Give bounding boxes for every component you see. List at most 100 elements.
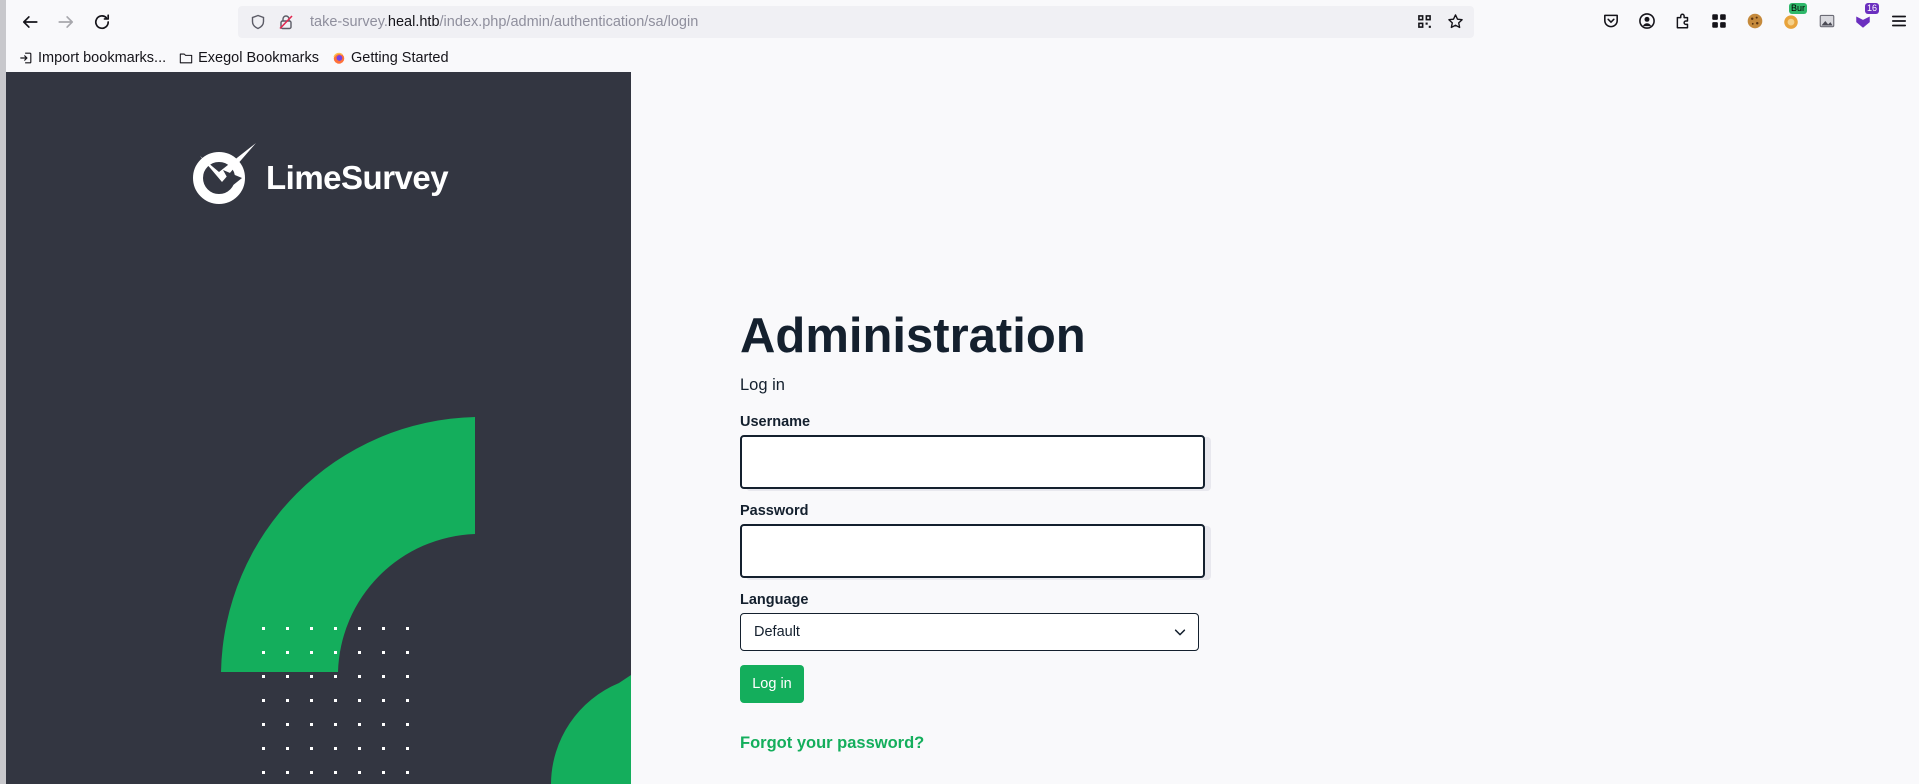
pocket-icon bbox=[1604, 14, 1618, 28]
decor-dot bbox=[286, 747, 289, 750]
decor-dot bbox=[310, 747, 313, 750]
decor-dot bbox=[310, 771, 313, 774]
decor-dot bbox=[286, 699, 289, 702]
password-input[interactable] bbox=[740, 524, 1205, 578]
picture-icon bbox=[1819, 14, 1835, 28]
chevron-down-icon bbox=[1174, 629, 1186, 636]
extension-badge: Bur bbox=[1788, 3, 1807, 14]
decor-dot bbox=[406, 627, 409, 630]
decor-dot bbox=[286, 675, 289, 678]
decor-dot bbox=[286, 651, 289, 654]
limesurvey-logo: LimeSurvey bbox=[192, 138, 449, 208]
menu-button[interactable] bbox=[1887, 9, 1911, 33]
decor-dot bbox=[334, 651, 337, 654]
decor-dot bbox=[334, 747, 337, 750]
puzzle-icon bbox=[1676, 13, 1689, 29]
qr-code-icon[interactable] bbox=[1416, 13, 1433, 30]
account-button[interactable] bbox=[1635, 9, 1659, 33]
decor-dot bbox=[286, 723, 289, 726]
bookmark-label: Import bookmarks... bbox=[38, 50, 167, 66]
url-domain: heal.htb bbox=[387, 14, 440, 30]
tracking-protection-shield-icon[interactable] bbox=[250, 14, 266, 30]
decor-dot bbox=[310, 627, 313, 630]
decor-dot bbox=[262, 675, 265, 678]
login-button[interactable]: Log in bbox=[740, 665, 804, 703]
decor-dot bbox=[358, 771, 361, 774]
url-text[interactable]: take-survey.heal.htb/index.php/admin/aut… bbox=[310, 14, 698, 30]
login-panel: Administration Log in Username Password … bbox=[631, 72, 1919, 784]
decor-dot bbox=[310, 699, 313, 702]
insecure-lock-icon[interactable] bbox=[278, 14, 294, 30]
bookmark-star-icon[interactable] bbox=[1447, 13, 1464, 30]
back-button[interactable] bbox=[13, 5, 47, 39]
arrow-right-icon bbox=[58, 16, 74, 28]
language-label: Language bbox=[740, 592, 809, 608]
address-bar[interactable]: take-survey.heal.htb/index.php/admin/aut… bbox=[238, 6, 1474, 38]
forward-button[interactable] bbox=[49, 5, 83, 39]
decor-dot bbox=[382, 723, 385, 726]
bookmark-exegol-folder[interactable]: Exegol Bookmarks bbox=[179, 50, 319, 66]
decor-dot bbox=[358, 747, 361, 750]
bookmark-getting-started[interactable]: Getting Started bbox=[332, 50, 449, 66]
decor-dot bbox=[358, 627, 361, 630]
decor-dot bbox=[310, 675, 313, 678]
bookmark-label: Exegol Bookmarks bbox=[198, 50, 320, 66]
page-subtitle: Log in bbox=[740, 376, 785, 394]
decor-dot bbox=[262, 771, 265, 774]
decor-dot bbox=[334, 723, 337, 726]
pocket-button[interactable] bbox=[1599, 9, 1623, 33]
decor-dot bbox=[262, 747, 265, 750]
decor-dot bbox=[334, 771, 337, 774]
decor-dot bbox=[262, 627, 265, 630]
decor-dot bbox=[286, 771, 289, 774]
download-extension-button[interactable]: 16 bbox=[1851, 3, 1879, 33]
decor-dot bbox=[406, 699, 409, 702]
username-label: Username bbox=[740, 414, 811, 430]
forgot-password-link[interactable]: Forgot your password? bbox=[740, 734, 924, 753]
import-icon bbox=[20, 52, 32, 64]
shield-download-icon bbox=[1856, 16, 1870, 28]
bookmark-import[interactable]: Import bookmarks... bbox=[19, 50, 166, 66]
decor-dot bbox=[382, 675, 385, 678]
username-input[interactable] bbox=[740, 435, 1205, 489]
apps-extension-button[interactable] bbox=[1707, 9, 1731, 33]
decor-dot bbox=[358, 699, 361, 702]
decor-dot bbox=[406, 723, 409, 726]
decor-dot bbox=[406, 675, 409, 678]
decor-dot bbox=[334, 699, 337, 702]
decor-dot bbox=[334, 675, 337, 678]
url-path: /index.php/admin/authentication/sa/login bbox=[439, 14, 699, 30]
password-label: Password bbox=[740, 503, 809, 519]
decor-dot bbox=[382, 771, 385, 774]
hamburger-menu-icon bbox=[1891, 15, 1907, 27]
account-icon bbox=[1639, 13, 1655, 29]
language-select[interactable]: Default bbox=[740, 613, 1199, 651]
bookmarks-toolbar: Import bookmarks... Exegol Bookmarks Get… bbox=[6, 44, 1919, 73]
decor-dot bbox=[358, 651, 361, 654]
page-title: Administration bbox=[740, 309, 1086, 363]
decor-dot bbox=[358, 675, 361, 678]
folder-icon bbox=[179, 53, 193, 64]
decor-dot bbox=[262, 699, 265, 702]
decor-dot bbox=[382, 747, 385, 750]
image-extension-button[interactable] bbox=[1815, 9, 1839, 33]
decor-dot bbox=[262, 723, 265, 726]
decor-dot bbox=[286, 627, 289, 630]
arrow-left-icon bbox=[22, 16, 38, 28]
extensions-button[interactable] bbox=[1671, 9, 1695, 33]
cookie-extension-button[interactable] bbox=[1743, 9, 1767, 33]
decor-dot bbox=[310, 651, 313, 654]
bookmark-label: Getting Started bbox=[351, 50, 449, 66]
language-selected-value: Default bbox=[754, 624, 800, 640]
decor-dot bbox=[406, 651, 409, 654]
limesurvey-logo-icon bbox=[193, 143, 256, 204]
reload-button[interactable] bbox=[85, 5, 119, 39]
apps-grid-icon bbox=[1712, 14, 1726, 28]
browser-toolbar: take-survey.heal.htb/index.php/admin/aut… bbox=[6, 0, 1919, 44]
burp-icon bbox=[1784, 15, 1798, 29]
firefox-icon bbox=[333, 52, 345, 64]
burp-extension-button[interactable]: Bur bbox=[1779, 3, 1807, 33]
decor-dot bbox=[334, 627, 337, 630]
brand-panel: LimeSurvey bbox=[6, 72, 631, 784]
decor-dot bbox=[382, 651, 385, 654]
